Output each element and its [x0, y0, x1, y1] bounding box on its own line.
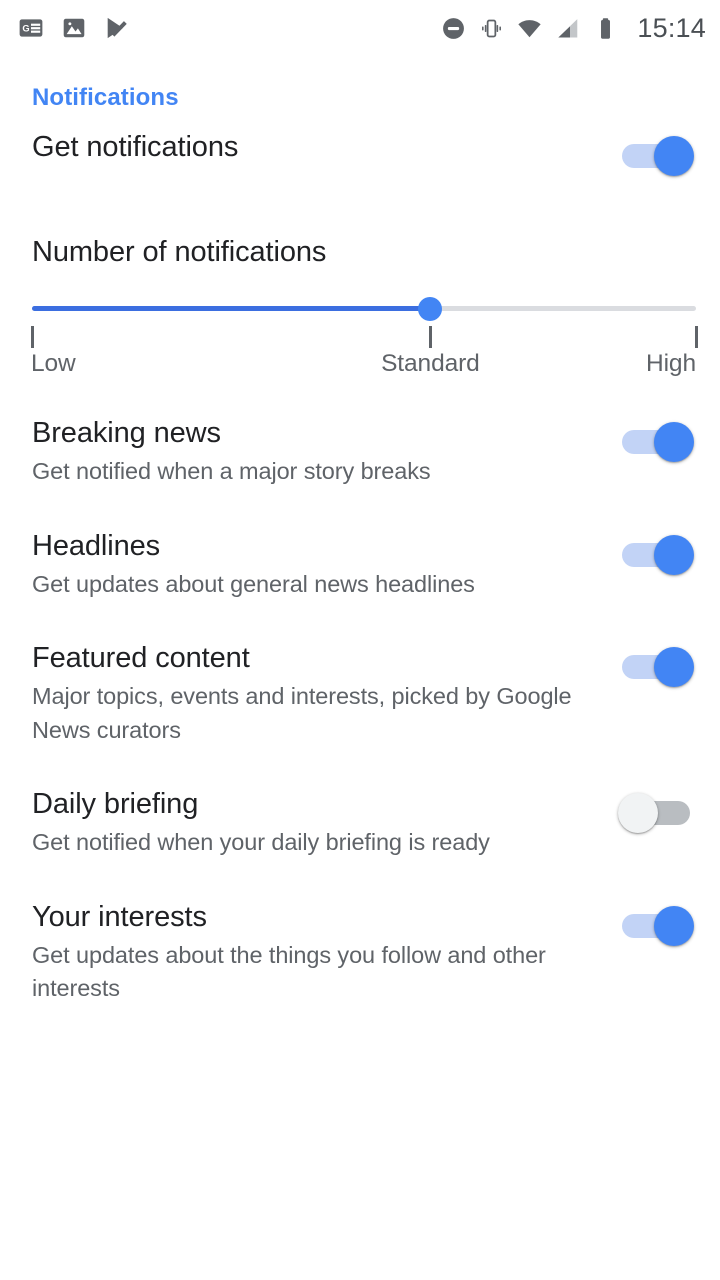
setting-row[interactable]: Your interests Get updates about the thin… — [0, 900, 720, 1006]
toggle-switch[interactable] — [618, 791, 696, 835]
setting-subtitle: Get updates about the things you follow … — [32, 941, 546, 1002]
slider-tick-label-high: High — [646, 350, 696, 377]
toggle-switch[interactable] — [618, 533, 696, 577]
slider-tick-low — [31, 326, 34, 348]
toggle-switch[interactable] — [618, 420, 696, 464]
setting-row[interactable]: Featured content Major topics, events and… — [0, 641, 720, 747]
toggle-switch[interactable] — [618, 645, 696, 689]
toggle-switch[interactable] — [618, 904, 696, 948]
setting-title: Featured content — [32, 642, 250, 675]
play-store-check-icon — [104, 15, 130, 41]
row-text: Featured content Major topics, events and… — [32, 641, 618, 747]
setting-row[interactable]: Daily briefing Get notified when your dai… — [0, 787, 720, 860]
setting-title: Breaking news — [32, 417, 221, 449]
slider-tick-standard — [429, 326, 433, 348]
setting-row-get-notifications[interactable]: Get notifications — [0, 130, 720, 190]
row-text: Get notifications — [32, 130, 618, 164]
slider-fill — [32, 306, 431, 311]
toggle-thumb — [654, 136, 694, 176]
number-of-notifications-block: Number of notifications Low Standard Hig… — [0, 236, 720, 380]
status-bar-notification-icons: G — [18, 15, 130, 41]
notification-category-list: Breaking news Get notified when a major s… — [0, 416, 720, 1006]
setting-subtitle: Get updates about general news headlines — [32, 570, 475, 597]
setting-subtitle: Major topics, events and interests, pick… — [32, 683, 572, 743]
setting-row[interactable]: Headlines Get updates about general news … — [0, 529, 720, 602]
wifi-icon — [517, 16, 542, 41]
toggle-thumb — [654, 647, 694, 688]
toggle-thumb — [654, 422, 694, 462]
slider-thumb[interactable] — [418, 297, 443, 321]
image-icon — [61, 15, 87, 41]
setting-title: Headlines — [32, 529, 161, 562]
toggle-thumb — [654, 534, 694, 575]
page-title: Notifications — [32, 84, 179, 111]
notifications-slider[interactable]: Low Standard High — [31, 288, 698, 380]
setting-title: Daily briefing — [32, 788, 199, 821]
notifications-settings-screen: G 15:14 Notifications Get notifications … — [0, 0, 720, 1280]
do-not-disturb-icon — [441, 16, 466, 41]
slider-label: Number of notifications — [32, 236, 327, 268]
settings-list: Get notifications Number of notification… — [0, 130, 720, 1006]
svg-text:G: G — [22, 24, 29, 34]
setting-title: Get notifications — [32, 131, 239, 163]
toggle-thumb — [654, 905, 694, 946]
row-text: Headlines Get updates about general news … — [32, 529, 618, 602]
slider-tick-high — [695, 326, 698, 348]
status-bar: G 15:14 — [0, 0, 720, 56]
row-text: Breaking news Get notified when a major s… — [32, 416, 618, 489]
status-bar-clock: 15:14 — [637, 12, 706, 43]
battery-icon — [593, 16, 618, 41]
slider-tick-label-low: Low — [31, 350, 76, 377]
setting-subtitle: Get notified when your daily briefing is… — [32, 829, 490, 856]
vibrate-icon — [479, 16, 504, 41]
status-bar-system-icons: 15:14 — [441, 13, 706, 44]
setting-row[interactable]: Breaking news Get notified when a major s… — [0, 416, 720, 489]
row-text: Daily briefing Get notified when your dai… — [32, 787, 618, 860]
setting-subtitle: Get notified when a major story breaks — [32, 458, 431, 485]
row-text: Your interests Get updates about the thin… — [32, 900, 618, 1006]
setting-title: Your interests — [32, 900, 207, 933]
toggle-get-notifications[interactable] — [618, 134, 696, 178]
google-news-icon: G — [18, 15, 44, 41]
slider-tick-label-standard: Standard — [381, 350, 480, 377]
toggle-thumb — [618, 793, 658, 834]
cellular-signal-icon — [555, 16, 580, 41]
